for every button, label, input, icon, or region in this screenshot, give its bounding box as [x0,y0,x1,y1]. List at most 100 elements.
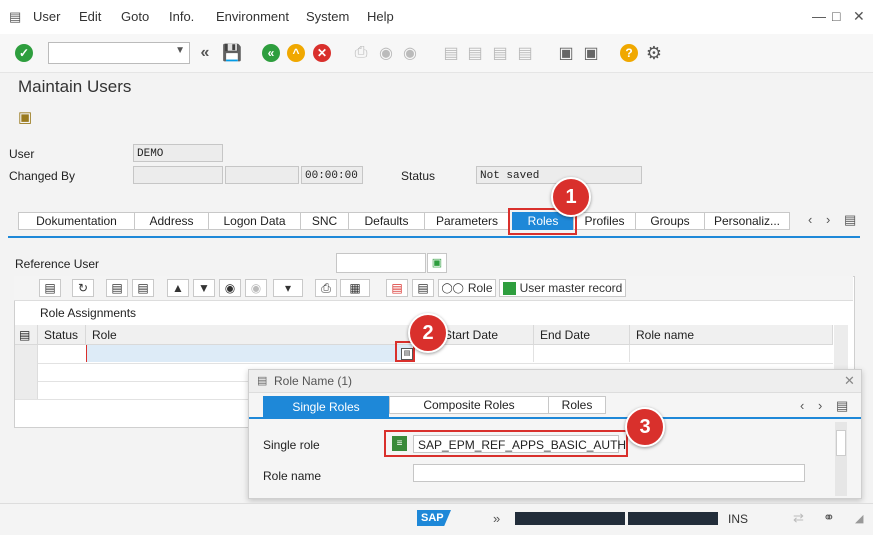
dialog-scroll-thumb[interactable] [836,430,846,456]
previous-page-icon[interactable]: ▤ [464,42,486,64]
reference-user-input[interactable] [336,253,426,273]
tab-dialog-roles[interactable]: Roles [548,396,606,414]
column-start-date[interactable]: Start Date [438,325,534,345]
filter-icon[interactable]: ▾ [273,279,303,297]
changed-by-field [133,166,223,184]
role-name-input[interactable] [413,464,805,482]
export-icon[interactable]: ▦ [340,279,370,297]
dialog-tab-list-icon[interactable]: ▤ [836,398,848,414]
dialog-scrollbar[interactable] [835,422,847,496]
status-bar: SAP » INS ⇄ ⚭ ◢ [0,503,873,535]
tab-composite-roles[interactable]: Composite Roles [389,396,549,414]
end-date-cell [534,345,630,362]
menu-info[interactable]: Info. [169,9,194,24]
details-icon[interactable]: ▤ [39,279,61,297]
dialog-tab-left-icon[interactable]: ‹ [800,398,804,413]
column-role-name[interactable]: Role name [630,325,833,345]
save-icon[interactable]: 💾 [221,42,243,64]
command-field[interactable]: ▼ [48,42,190,64]
tab-dokumentation[interactable]: Dokumentation [18,212,135,230]
dialog-tab-right-icon[interactable]: › [818,398,822,413]
exit-button[interactable]: ^ [285,42,307,64]
find-next-icon[interactable]: ◉ [399,42,421,64]
column-end-date[interactable]: End Date [534,325,630,345]
reference-user-label: Reference User [15,257,100,271]
role-button[interactable]: ◯◯ Role [438,279,496,297]
refresh-icon[interactable]: ↻ [72,279,94,297]
resize-grip-icon[interactable]: ◢ [855,512,863,525]
menu-environment[interactable]: Environment [216,9,289,24]
back-icon: « [262,44,280,62]
maximize-icon[interactable]: □ [832,8,840,24]
tab-snc[interactable]: SNC [300,212,349,230]
help-icon: ? [620,44,638,62]
menu-user[interactable]: User [33,9,60,24]
collapse-double-arrow-icon[interactable]: « [194,42,216,64]
tab-logon-data[interactable]: Logon Data [208,212,301,230]
grid-settings-icon[interactable]: ▤ [15,325,38,345]
tab-address[interactable]: Address [134,212,209,230]
tab-profiles[interactable]: Profiles [573,212,636,230]
shortcut-icon[interactable]: ▣ [580,42,602,64]
page-title: Maintain Users [18,77,132,96]
user-master-record-button[interactable]: User master record [499,279,626,297]
row-selector[interactable] [15,345,38,363]
column-role[interactable]: Role [86,325,414,345]
menu-icon[interactable]: ▤ [9,9,21,25]
chevron-down-icon[interactable]: ▼ [175,45,185,56]
change-documents-icon[interactable]: ▣ [18,108,32,126]
tab-scroll-left-icon[interactable]: ‹ [808,212,812,227]
create-session-icon[interactable]: ▣ [555,42,577,64]
row-selector[interactable] [15,381,38,399]
reference-user-button[interactable]: ▣ [427,253,447,273]
minimize-icon[interactable]: — [812,8,826,24]
find-icon[interactable]: ◉ [219,279,241,297]
lock-icon: ⚭ [823,509,835,525]
tab-scroll-right-icon[interactable]: › [826,212,830,227]
dialog-title: Role Name (1) [274,374,353,388]
sort-descending-icon[interactable]: ▼ [193,279,215,297]
print-icon[interactable]: ⎙ [350,42,372,64]
copy-icon[interactable]: ▤ [106,279,128,297]
close-icon[interactable]: ✕ [853,8,865,25]
cancel-icon: ✕ [313,44,331,62]
tab-single-roles[interactable]: Single Roles [263,396,389,417]
row-selector[interactable] [15,363,38,381]
tab-groups[interactable]: Groups [635,212,705,230]
dialog-menu-icon[interactable]: ▤ [257,374,267,387]
command-input[interactable] [49,43,175,61]
column-status[interactable]: Status [38,325,86,345]
tab-personalization[interactable]: Personaliz... [704,212,790,230]
tab-parameters[interactable]: Parameters [424,212,510,230]
tab-list-icon[interactable]: ▤ [844,212,856,228]
status-expand-icon[interactable]: » [493,511,500,526]
back-button[interactable]: « [260,42,282,64]
find-next-icon[interactable]: ◉ [245,279,267,297]
last-page-icon[interactable]: ▤ [514,42,536,64]
select-layout-icon[interactable]: ▤ [412,279,434,297]
next-page-icon[interactable]: ▤ [489,42,511,64]
delete-row-icon[interactable]: ▤ [386,279,408,297]
gear-icon[interactable]: ⚙ [643,42,665,64]
role-assignments-title: Role Assignments [40,306,137,320]
print-icon[interactable]: ⎙ [315,279,337,297]
server-info-redacted [628,512,718,525]
menu-edit[interactable]: Edit [79,9,101,24]
sort-ascending-icon[interactable]: ▲ [167,279,189,297]
role-cell-input[interactable] [86,345,412,362]
help-button[interactable]: ? [618,42,640,64]
menu-system[interactable]: System [306,9,349,24]
menu-goto[interactable]: Goto [121,9,149,24]
tab-defaults[interactable]: Defaults [348,212,425,230]
highlight-single-role [384,430,628,457]
dialog-titlebar: ▤ Role Name (1) ✕ [249,370,861,393]
transfer-icon: ⇄ [793,510,804,525]
enter-button[interactable]: ✓ [13,42,35,64]
paste-icon[interactable]: ▤ [132,279,154,297]
insert-mode: INS [728,512,749,526]
cancel-button[interactable]: ✕ [311,42,333,64]
menu-help[interactable]: Help [367,9,394,24]
find-icon[interactable]: ◉ [375,42,397,64]
dialog-close-icon[interactable]: ✕ [844,373,855,389]
first-page-icon[interactable]: ▤ [440,42,462,64]
